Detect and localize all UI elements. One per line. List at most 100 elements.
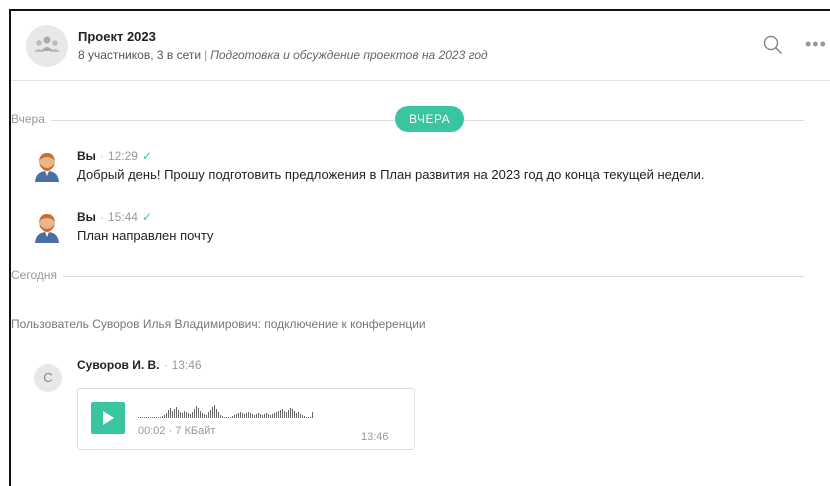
message-meta: Вы · 12:29 ✓	[77, 149, 152, 163]
read-check-icon: ✓	[141, 210, 153, 224]
audio-time: 13:46	[361, 431, 389, 443]
message-author[interactable]: Вы	[77, 210, 96, 224]
waveform-bar	[212, 407, 213, 418]
waveform-bar	[140, 417, 141, 418]
waveform-bar	[268, 414, 269, 418]
waveform-bar	[296, 413, 297, 418]
waveform-bar	[266, 413, 267, 418]
waveform-bar	[148, 417, 149, 418]
message-author[interactable]: Суворов И. В.	[77, 358, 160, 372]
waveform-bar	[222, 416, 223, 418]
waveform-bar	[254, 415, 255, 418]
chat-description: Подготовка и обсуждение проектов на 2023…	[210, 48, 488, 62]
waveform-bar	[172, 411, 173, 418]
waveform-bar	[182, 413, 183, 418]
search-button[interactable]	[763, 35, 783, 60]
waveform-bar	[158, 417, 159, 418]
waveform-bar	[272, 414, 273, 418]
waveform-bar	[162, 416, 163, 418]
waveform-bar	[202, 413, 203, 418]
divider-yesterday: Вчера ВЧЕРА	[11, 106, 816, 132]
waveform-bar	[302, 415, 303, 418]
waveform-bar	[178, 410, 179, 418]
audio-waveform[interactable]	[138, 404, 398, 418]
waveform-bar	[156, 417, 157, 418]
waveform-bar	[244, 414, 245, 418]
avatar[interactable]: С	[34, 364, 62, 392]
waveform-bar	[270, 415, 271, 418]
waveform-bar	[144, 417, 145, 418]
search-icon	[763, 35, 783, 55]
waveform-bar	[200, 411, 201, 418]
user-avatar-icon	[35, 214, 59, 243]
waveform-bar	[286, 412, 287, 418]
waveform-bar	[226, 417, 227, 418]
waveform-bar	[170, 408, 171, 418]
waveform-bar	[240, 412, 241, 418]
waveform-bar	[168, 410, 169, 418]
waveform-bar	[192, 412, 193, 418]
read-check-icon: ✓	[141, 149, 153, 163]
waveform-bar	[308, 417, 309, 418]
waveform-bar	[232, 416, 233, 418]
waveform-bar	[160, 417, 161, 418]
waveform-bar	[186, 412, 187, 418]
message-meta: Суворов И. В. · 13:46	[77, 358, 202, 372]
divider-label: Вчера	[11, 112, 51, 126]
waveform-bar	[278, 411, 279, 418]
message-time: 15:44	[107, 210, 138, 224]
waveform-bar	[306, 417, 307, 418]
waveform-bar	[228, 417, 229, 418]
waveform-bar	[174, 409, 175, 418]
waveform-bar	[276, 412, 277, 418]
waveform-bar	[258, 413, 259, 418]
waveform-bar	[166, 413, 167, 418]
meta-dot: ·	[163, 358, 168, 372]
chat-window: Проект 2023 8 участников, 3 в сети | Подго…	[9, 9, 830, 486]
waveform-bar	[312, 412, 313, 418]
user-avatar-icon	[35, 153, 59, 182]
waveform-bar	[198, 408, 199, 418]
waveform-bar	[194, 409, 195, 418]
waveform-bar	[274, 413, 275, 418]
message-text: Добрый день! Прошу подготовить предложен…	[77, 167, 705, 182]
waveform-bar	[242, 413, 243, 418]
participants-count[interactable]: 8 участников, 3 в сети	[78, 48, 201, 62]
waveform-bar	[154, 417, 155, 418]
message-author[interactable]: Вы	[77, 149, 96, 163]
waveform-bar	[214, 405, 215, 418]
play-icon	[103, 411, 114, 425]
waveform-bar	[248, 412, 249, 418]
waveform-bar	[188, 413, 189, 418]
waveform-bar	[230, 417, 231, 418]
waveform-bar	[262, 415, 263, 418]
waveform-bar	[246, 413, 247, 418]
waveform-bar	[206, 415, 207, 418]
waveform-bar	[298, 412, 299, 418]
waveform-bar	[224, 417, 225, 418]
waveform-bar	[152, 417, 153, 418]
waveform-bar	[216, 409, 217, 418]
chat-title[interactable]: Проект 2023	[78, 29, 156, 44]
meta-dot: ·	[99, 149, 104, 163]
subtitle-separator: |	[204, 48, 208, 62]
waveform-bar	[288, 410, 289, 418]
waveform-bar	[292, 409, 293, 418]
play-button[interactable]	[91, 402, 125, 434]
waveform-bar	[176, 407, 177, 418]
more-button[interactable]: •••	[805, 35, 827, 53]
date-pill: ВЧЕРА	[395, 106, 465, 132]
group-avatar[interactable]	[26, 25, 68, 67]
waveform-bar	[204, 414, 205, 418]
chat-header: Проект 2023 8 участников, 3 в сети | Подго…	[11, 11, 830, 81]
waveform-bar	[220, 415, 221, 418]
divider-today: Сегодня	[11, 266, 816, 286]
divider-line	[11, 276, 804, 277]
audio-duration-size: 00:02 · 7 КБайт	[138, 425, 216, 437]
waveform-bar	[256, 414, 257, 418]
waveform-bar	[280, 410, 281, 418]
waveform-bar	[282, 409, 283, 418]
waveform-bar	[250, 413, 251, 418]
waveform-bar	[290, 408, 291, 418]
waveform-bar	[138, 417, 139, 418]
